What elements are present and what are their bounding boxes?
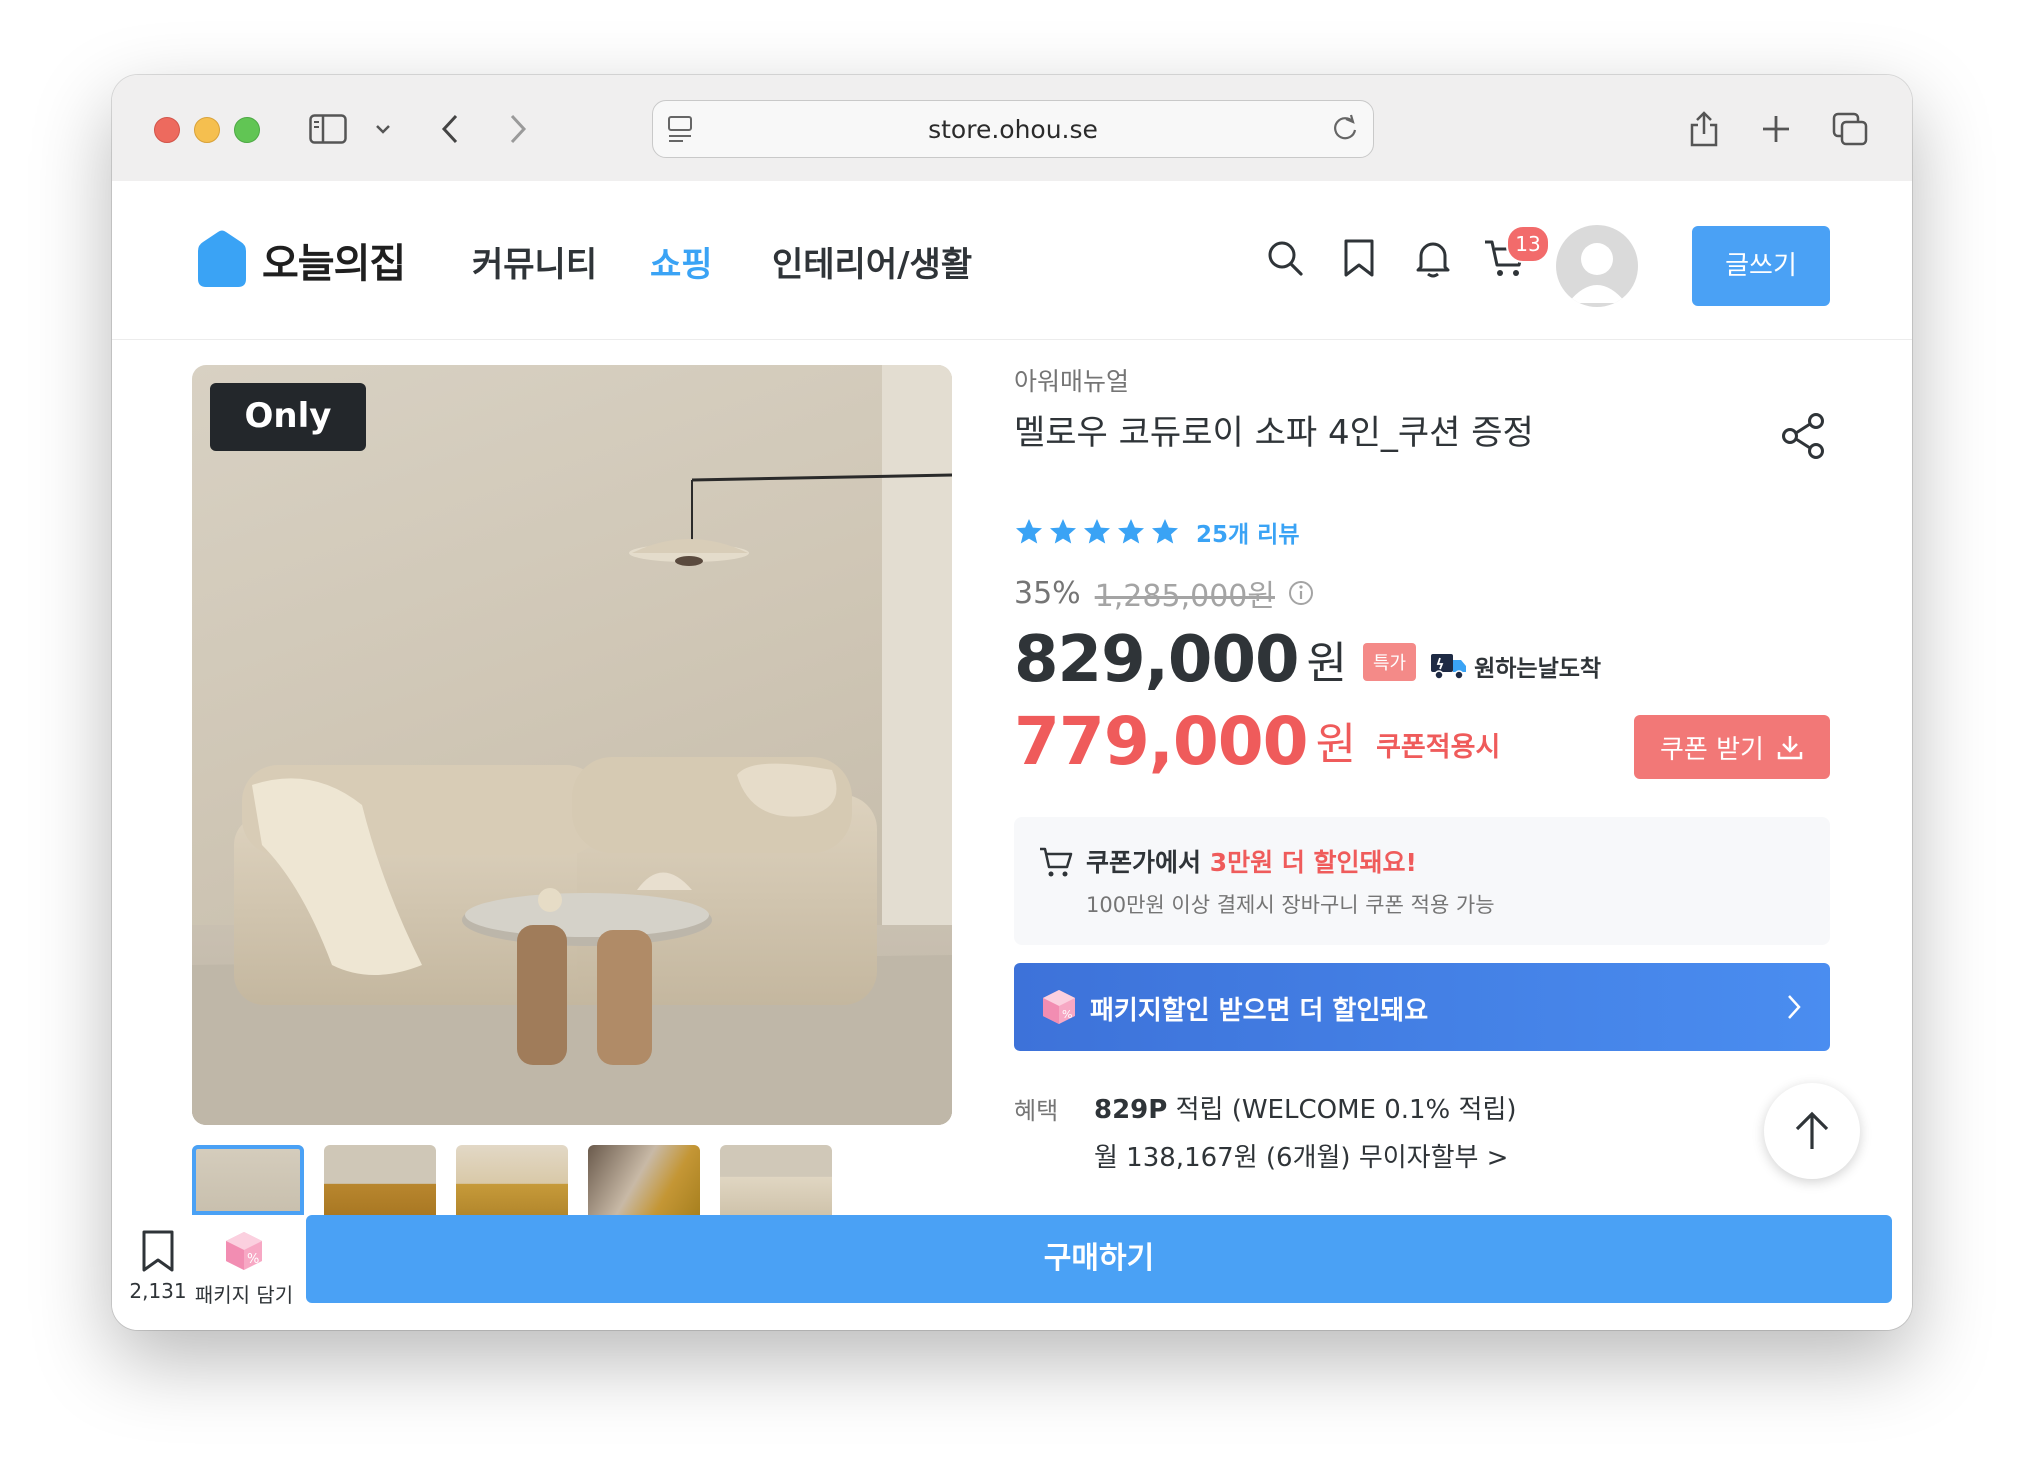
svg-text:%: % [247, 1252, 259, 1267]
scrap-button[interactable]: 2,131 [126, 1229, 190, 1303]
bottom-action-bar: 2,131 % 패키지 담기 구매하기 [112, 1215, 1912, 1330]
arrow-up-icon [1795, 1111, 1829, 1149]
package-box-icon: % [226, 1232, 262, 1270]
nav-interior-life[interactable]: 인테리어/생활 [772, 237, 972, 286]
package-box-icon: % [1043, 990, 1075, 1024]
coupon-info-highlight: 3만원 더 할인돼요! [1209, 848, 1417, 877]
maximize-window-button[interactable] [234, 117, 260, 143]
review-count-link[interactable]: 25개 리뷰 [1196, 515, 1300, 549]
rating-stars[interactable]: 25개 리뷰 [1014, 515, 1300, 549]
download-icon [1777, 736, 1803, 760]
nav-shopping[interactable]: 쇼핑 [650, 237, 713, 286]
bookmark-icon [142, 1230, 174, 1272]
back-button[interactable] [430, 105, 470, 153]
special-deal-badge: 특가 [1362, 643, 1417, 681]
cart-count-badge: 13 [1506, 225, 1550, 263]
coupon-apply-label: 쿠폰적용시 [1376, 732, 1501, 763]
benefit-points: 829P 적립 (WELCOME 0.1% 적립) [1094, 1089, 1517, 1126]
new-tab-icon[interactable] [1754, 105, 1798, 153]
site-header: 오늘의집 커뮤니티 쇼핑 인테리어/생활 13 글쓰기 [112, 181, 1912, 340]
bookmark-icon[interactable] [1334, 233, 1384, 283]
product-title: 멜로우 코듀로이 소파 4인_쿠션 증정 [1014, 413, 1534, 453]
logo-text: 오늘의집 [262, 241, 406, 287]
points-value: 829P [1094, 1095, 1168, 1125]
thumbnail-3[interactable] [456, 1145, 568, 1215]
original-price: 1,285,000원 [1094, 579, 1275, 614]
bell-icon[interactable] [1408, 233, 1458, 283]
coupon-info-box: 쿠폰가에서 3만원 더 할인돼요! 100만원 이상 결제시 장바구니 쿠폰 적… [1014, 817, 1830, 945]
sidebar-toggle-icon[interactable] [302, 105, 354, 153]
scroll-to-top-button[interactable] [1764, 1083, 1860, 1179]
truck-icon [1431, 654, 1467, 680]
benefit-label: 혜택 [1014, 1097, 1059, 1125]
avatar[interactable] [1556, 225, 1638, 307]
url-text: store.ohou.se [928, 115, 1098, 144]
address-bar[interactable]: store.ohou.se [652, 100, 1374, 158]
share-browser-icon[interactable] [1682, 105, 1726, 153]
site-logo[interactable]: 오늘의집 [192, 229, 406, 291]
sale-price: 829,000 [1014, 623, 1299, 697]
coupon-price-row: 779,000 원 쿠폰적용시 [1014, 703, 1500, 780]
installment-link[interactable]: 월 138,167원 (6개월) 무이자할부 > [1094, 1137, 1508, 1174]
info-icon[interactable] [1287, 579, 1315, 607]
svg-text:%: % [1062, 1008, 1072, 1021]
price-row: 829,000 원 특가 원하는날도착 [1014, 623, 1601, 697]
package-banner-text: 패키지할인 받으면 더 할인돼요 [1090, 996, 1429, 1026]
discount-rate: 35% [1014, 575, 1081, 611]
nav-community[interactable]: 커뮤니티 [472, 237, 597, 286]
package-label: 패키지 담기 [194, 1283, 294, 1307]
arrival-text: 원하는날도착 [1474, 656, 1602, 682]
coupon-info-title: 쿠폰가에서 3만원 더 할인돼요! [1086, 843, 1417, 879]
thumbnail-5[interactable] [720, 1145, 832, 1215]
cart-outline-icon [1040, 847, 1073, 877]
sofa-room-illustration [192, 365, 952, 1125]
coupon-price: 779,000 [1014, 703, 1309, 780]
tab-overview-icon[interactable] [1828, 105, 1872, 153]
forward-button[interactable] [498, 105, 538, 153]
add-to-package-button[interactable]: % 패키지 담기 [188, 1229, 300, 1308]
chevron-right-icon [1788, 995, 1801, 1019]
browser-toolbar: store.ohou.se [112, 75, 1912, 182]
thumbnail-4[interactable] [588, 1145, 700, 1215]
minimize-window-button[interactable] [194, 117, 220, 143]
write-button[interactable]: 글쓰기 [1692, 226, 1830, 306]
coupon-info-subtitle: 100만원 이상 결제시 장바구니 쿠폰 적용 가능 [1086, 893, 1495, 917]
chevron-down-icon[interactable] [368, 105, 398, 153]
price-unit: 원 [1306, 638, 1347, 689]
star-icons [1016, 519, 1178, 544]
thumbnail-strip [192, 1145, 892, 1215]
discount-row: 35% 1,285,000원 [1014, 571, 1315, 615]
get-coupon-button[interactable]: 쿠폰 받기 [1634, 715, 1830, 779]
product-main-image[interactable]: Only [192, 365, 952, 1125]
points-suffix: 적립 (WELCOME 0.1% 적립) [1167, 1095, 1517, 1125]
coupon-button-label: 쿠폰 받기 [1660, 734, 1764, 765]
thumbnail-1[interactable] [192, 1145, 304, 1215]
only-badge: Only [210, 383, 366, 451]
search-icon[interactable] [1260, 233, 1310, 283]
buy-button[interactable]: 구매하기 [306, 1215, 1892, 1303]
package-discount-banner[interactable]: % 패키지할인 받으면 더 할인돼요 [1014, 963, 1830, 1051]
reload-icon[interactable] [1331, 113, 1359, 143]
coupon-info-prefix: 쿠폰가에서 [1086, 848, 1210, 877]
bookmark-count: 2,131 [129, 1279, 187, 1303]
thumbnail-2[interactable] [324, 1145, 436, 1215]
house-logo-icon [198, 230, 246, 287]
close-window-button[interactable] [154, 117, 180, 143]
brand-name[interactable]: 아워매뉴얼 [1014, 362, 1129, 398]
desired-date-delivery-badge: 원하는날도착 [1430, 649, 1601, 683]
share-icon[interactable] [1778, 410, 1830, 462]
coupon-price-unit: 원 [1315, 719, 1357, 770]
browser-window: store.ohou.se 오늘의집 커뮤니티 쇼핑 인테리어/생활 13 글쓰… [112, 75, 1912, 1330]
